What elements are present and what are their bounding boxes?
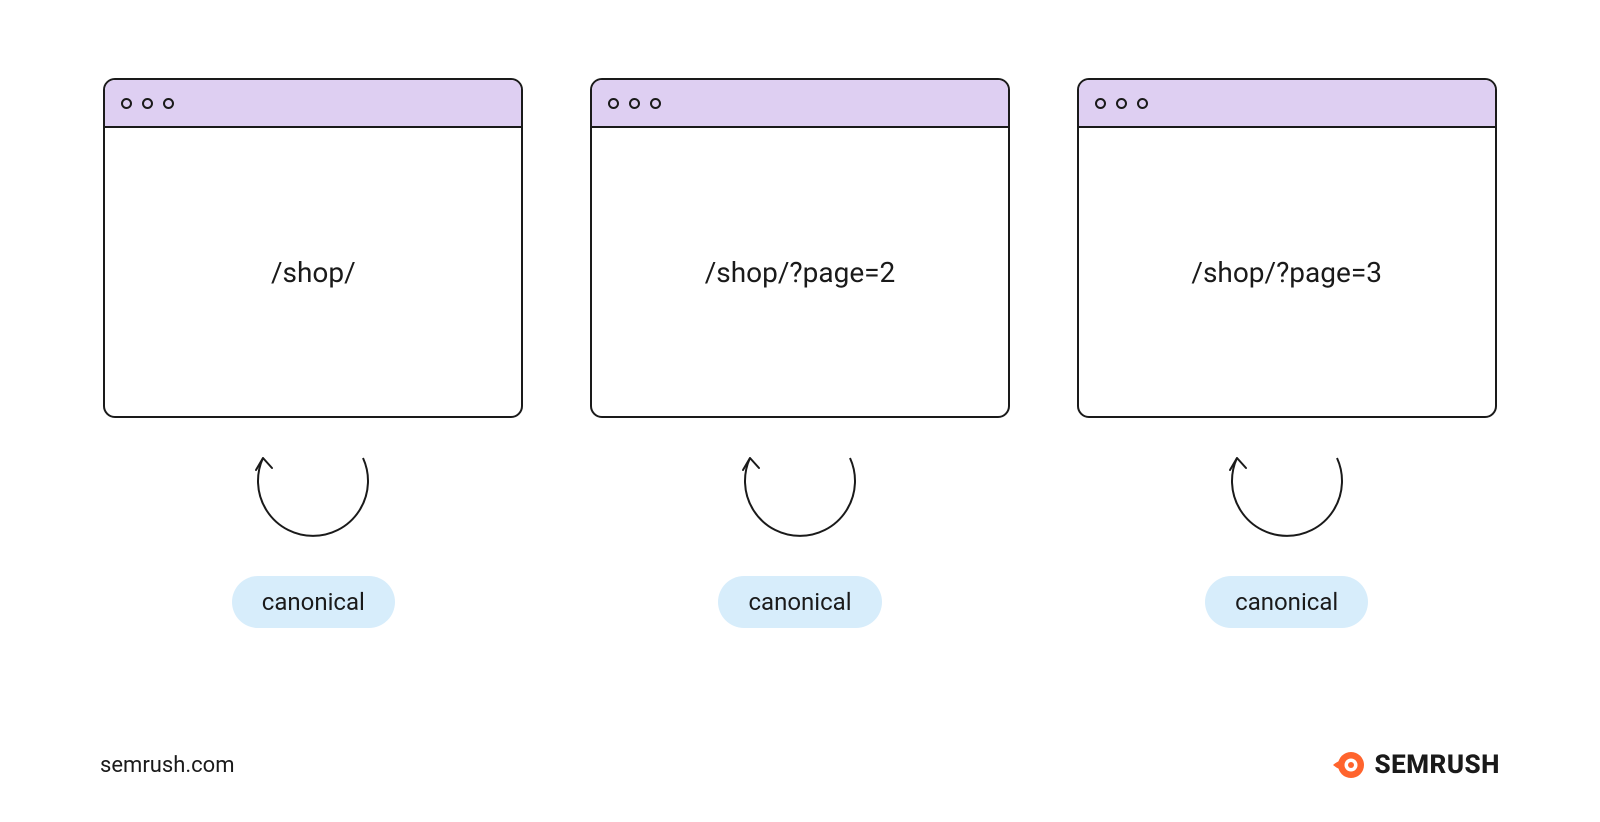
canonical-tag: canonical (718, 576, 881, 628)
page-url: /shop/ (271, 256, 356, 289)
window-dot-icon (1095, 98, 1106, 109)
browser-body: /shop/ (105, 128, 521, 416)
brand-logo: SEMRUSH (1331, 748, 1500, 782)
browser-window: /shop/?page=3 (1077, 78, 1497, 418)
page-column: /shop/ canonical (100, 78, 527, 628)
tag-label: canonical (1235, 588, 1338, 616)
self-loop-arrow-icon (1202, 448, 1372, 558)
page-url: /shop/?page=2 (705, 256, 896, 289)
page-column: /shop/?page=3 canonical (1073, 78, 1500, 628)
window-dot-icon (163, 98, 174, 109)
browser-window: /shop/ (103, 78, 523, 418)
page-url: /shop/?page=3 (1191, 256, 1382, 289)
self-arrow (228, 448, 398, 558)
tag-label: canonical (262, 588, 365, 616)
window-dot-icon (608, 98, 619, 109)
window-dot-icon (121, 98, 132, 109)
browser-body: /shop/?page=2 (592, 128, 1008, 416)
footer: semrush.com SEMRUSH (100, 748, 1500, 782)
window-dot-icon (1116, 98, 1127, 109)
self-loop-arrow-icon (715, 448, 885, 558)
window-dot-icon (629, 98, 640, 109)
canonical-tag: canonical (1205, 576, 1368, 628)
page-column: /shop/?page=2 canonical (587, 78, 1014, 628)
browser-titlebar (105, 80, 521, 128)
footer-url: semrush.com (100, 753, 235, 778)
self-arrow (1202, 448, 1372, 558)
brand-name: SEMRUSH (1375, 750, 1500, 780)
self-arrow (715, 448, 885, 558)
window-dot-icon (650, 98, 661, 109)
semrush-fireball-icon (1331, 748, 1365, 782)
tag-label: canonical (748, 588, 851, 616)
window-dot-icon (1137, 98, 1148, 109)
diagram-canvas: /shop/ canonical /sh (0, 0, 1600, 822)
browser-body: /shop/?page=3 (1079, 128, 1495, 416)
browser-window: /shop/?page=2 (590, 78, 1010, 418)
browser-titlebar (592, 80, 1008, 128)
self-loop-arrow-icon (228, 448, 398, 558)
canonical-tag: canonical (232, 576, 395, 628)
browser-titlebar (1079, 80, 1495, 128)
window-dot-icon (142, 98, 153, 109)
browser-row: /shop/ canonical /sh (0, 0, 1600, 628)
